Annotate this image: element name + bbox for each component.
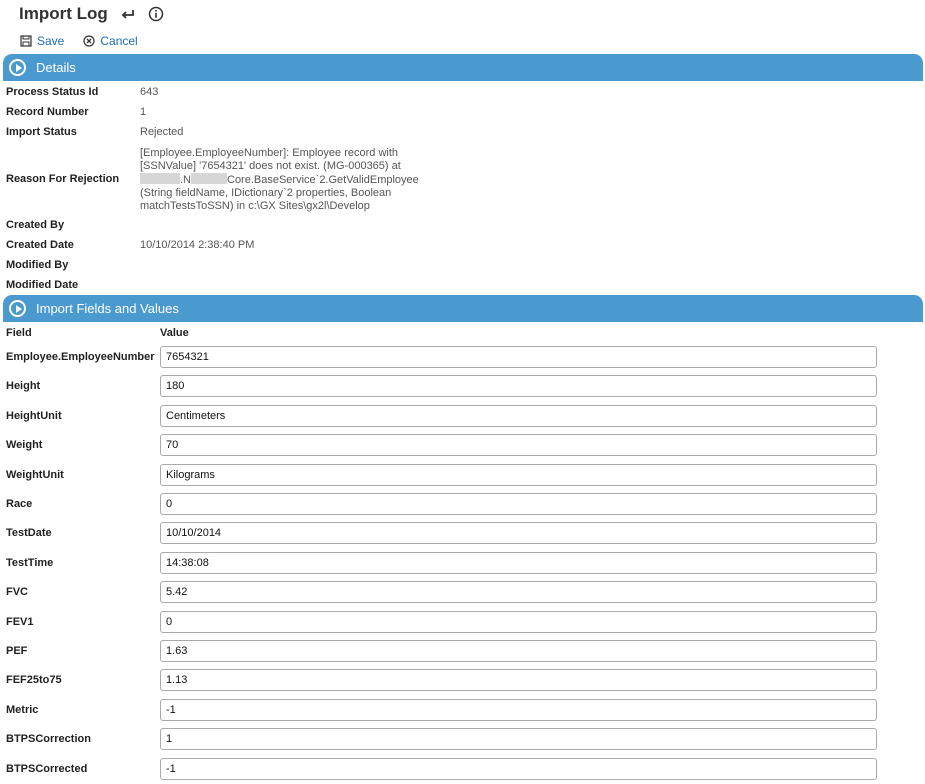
field-row: Employee.EmployeeNumber bbox=[6, 346, 886, 368]
field-value-input[interactable] bbox=[160, 552, 877, 574]
detail-label: Modified Date bbox=[6, 279, 79, 291]
detail-label: Process Status Id bbox=[6, 86, 99, 98]
field-row: Race bbox=[6, 493, 886, 515]
column-header-field: Field bbox=[6, 327, 32, 339]
field-label: Race bbox=[6, 498, 33, 510]
field-label: Height bbox=[6, 380, 41, 392]
field-row: Metric bbox=[6, 699, 886, 721]
field-row: PEF bbox=[6, 640, 886, 662]
detail-label: Reason For Rejection bbox=[6, 173, 120, 185]
play-icon bbox=[9, 59, 26, 76]
toolbar: Save Cancel bbox=[20, 34, 157, 48]
redacted-block bbox=[191, 173, 227, 184]
detail-value: 643 bbox=[140, 86, 159, 98]
page-title: Import Log bbox=[19, 4, 108, 23]
column-header-value: Value bbox=[160, 327, 189, 339]
detail-label: Record Number bbox=[6, 106, 89, 118]
save-label: Save bbox=[37, 34, 65, 48]
field-row: Weight bbox=[6, 434, 886, 456]
info-icon[interactable] bbox=[148, 6, 164, 22]
detail-value: 10/10/2014 2:38:40 PM bbox=[140, 239, 255, 251]
cancel-icon bbox=[83, 35, 95, 47]
import-fields-section-title: Import Fields and Values bbox=[36, 301, 179, 316]
detail-label: Import Status bbox=[6, 126, 77, 138]
import-fields-section-header[interactable]: Import Fields and Values bbox=[3, 295, 923, 322]
field-row: WeightUnit bbox=[6, 464, 886, 486]
field-label: Employee.EmployeeNumber bbox=[6, 351, 155, 363]
field-label: Weight bbox=[6, 439, 43, 451]
field-value-input[interactable] bbox=[160, 581, 877, 603]
field-value-input[interactable] bbox=[160, 669, 877, 691]
reason-line: matchTestsToSSN) in c:\GX Sites\gx2l\Dev… bbox=[140, 200, 370, 212]
field-label: TestDate bbox=[6, 527, 52, 539]
save-button[interactable]: Save bbox=[20, 34, 64, 48]
detail-label: Created By bbox=[6, 219, 65, 231]
field-label: BTPSCorrection bbox=[6, 733, 91, 745]
detail-label: Modified By bbox=[6, 259, 69, 271]
field-value-input[interactable] bbox=[160, 375, 877, 397]
reason-line: [SSNValue] '7654321' does not exist. (MG… bbox=[140, 160, 401, 172]
detail-value: Rejected bbox=[140, 126, 184, 138]
field-value-input[interactable] bbox=[160, 728, 877, 750]
redacted-block bbox=[140, 173, 180, 184]
field-label: WeightUnit bbox=[6, 469, 64, 481]
field-row: FEF25to75 bbox=[6, 669, 886, 691]
cancel-label: Cancel bbox=[100, 34, 138, 48]
field-row: HeightUnit bbox=[6, 405, 886, 427]
detail-label: Created Date bbox=[6, 239, 74, 251]
reason-line: [Employee.EmployeeNumber]: Employee reco… bbox=[140, 147, 399, 159]
field-value-input[interactable] bbox=[160, 493, 877, 515]
field-row: BTPSCorrection bbox=[6, 728, 886, 750]
field-row: FEV1 bbox=[6, 611, 886, 633]
field-value-input[interactable] bbox=[160, 464, 877, 486]
field-value-input[interactable] bbox=[160, 522, 877, 544]
field-label: HeightUnit bbox=[6, 410, 62, 422]
field-row: Height bbox=[6, 375, 886, 397]
field-label: FVC bbox=[6, 586, 28, 598]
field-value-input[interactable] bbox=[160, 346, 877, 368]
page-header: Import Log bbox=[19, 3, 164, 25]
field-value-input[interactable] bbox=[160, 758, 877, 780]
field-label: Metric bbox=[6, 704, 39, 716]
field-value-input[interactable] bbox=[160, 434, 877, 456]
field-row: TestTime bbox=[6, 552, 886, 574]
field-label: PEF bbox=[6, 645, 28, 657]
field-row: BTPSCorrected bbox=[6, 758, 886, 780]
field-value-input[interactable] bbox=[160, 405, 877, 427]
reason-line: (String fieldName, IDictionary`2 propert… bbox=[140, 187, 392, 199]
save-icon bbox=[20, 35, 32, 47]
field-label: FEF25to75 bbox=[6, 674, 62, 686]
field-row: FVC bbox=[6, 581, 886, 603]
play-icon bbox=[9, 300, 26, 317]
details-section-header[interactable]: Details bbox=[3, 54, 923, 81]
details-section-title: Details bbox=[36, 60, 76, 75]
field-label: FEV1 bbox=[6, 616, 34, 628]
detail-value: 1 bbox=[140, 106, 147, 118]
field-label: TestTime bbox=[6, 557, 54, 569]
reason-text: [Employee.EmployeeNumber]: Employee reco… bbox=[140, 147, 440, 213]
field-label: BTPSCorrected bbox=[6, 763, 88, 775]
field-row: TestDate bbox=[6, 522, 886, 544]
reason-line: .N Core.BaseService`2.GetValidEmployee bbox=[140, 173, 440, 187]
return-icon[interactable] bbox=[120, 7, 136, 21]
cancel-button[interactable]: Cancel bbox=[83, 34, 138, 48]
field-value-input[interactable] bbox=[160, 611, 877, 633]
field-value-input[interactable] bbox=[160, 699, 877, 721]
field-value-input[interactable] bbox=[160, 640, 877, 662]
